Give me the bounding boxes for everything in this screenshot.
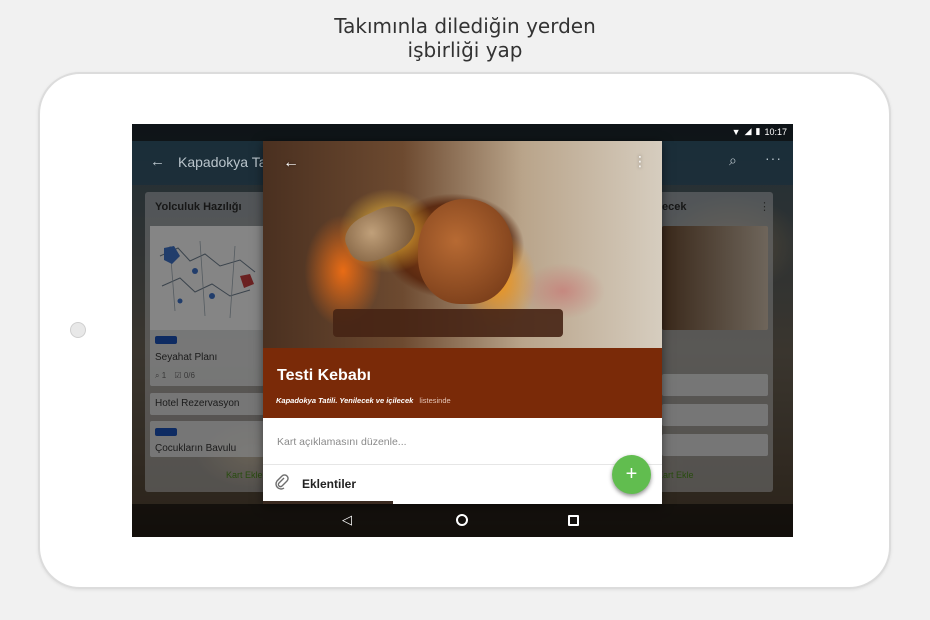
add-fab-button[interactable]: + <box>612 455 651 494</box>
status-time: 10:17 <box>764 126 787 137</box>
nav-back-icon[interactable]: ◁ <box>342 512 352 528</box>
card-board-name[interactable]: Kapadokya Tatili <box>276 396 335 405</box>
headline-line-2: işbirliği yap <box>407 38 523 62</box>
overflow-menu-icon[interactable]: ⋮ <box>633 153 647 170</box>
card-location: Kapadokya Tatili. Yenilecek ve içilecek … <box>276 396 451 405</box>
card-detail-title[interactable]: Testi Kebabı <box>277 367 371 385</box>
cover-clay-pot <box>418 199 513 304</box>
headline-line-1: Takımınla dilediğin yerden <box>334 14 596 38</box>
system-nav-bar: ◁ <box>132 504 793 537</box>
overflow-menu-icon[interactable]: ··· <box>765 150 782 166</box>
attachments-section[interactable]: Eklentiler <box>263 465 662 504</box>
tablet-home-button <box>70 322 86 338</box>
card-cover-image <box>263 141 662 348</box>
card-list-name[interactable]: Yenilecek ve içilecek <box>339 396 413 405</box>
signal-icon: ◢ <box>744 126 752 136</box>
card-description[interactable]: Kart açıklamasını düzenle... <box>263 418 662 465</box>
nav-recents-icon[interactable] <box>568 515 579 526</box>
board-title: Kapadokya Ta <box>178 154 267 170</box>
search-icon[interactable]: ⌕ <box>729 152 737 169</box>
card-title-band: Testi Kebabı Kapadokya Tatili. Yenilecek… <box>263 348 662 418</box>
promo-headline: Takımınla dilediğin yerden işbirliği yap <box>0 14 930 62</box>
back-arrow-icon[interactable]: ← <box>283 154 299 172</box>
battery-icon: ▮ <box>755 126 761 136</box>
wifi-icon: ▼ <box>731 126 741 137</box>
back-arrow-icon[interactable]: ← <box>150 153 165 170</box>
status-bar: ▼ ◢ ▮ 10:17 <box>132 124 793 141</box>
status-icons: ▼ ◢ ▮ 10:17 <box>732 126 787 137</box>
tablet-screen: Yolculuk Hazılığı Seyahat Planı ⌕ 1 ☑ 0/… <box>132 124 793 537</box>
card-detail-dialog: ← ⋮ Testi Kebabı Kapadokya Tatili. Yenil… <box>263 141 662 504</box>
description-placeholder[interactable]: Kart açıklamasını düzenle... <box>277 436 407 448</box>
attachments-label: Eklentiler <box>302 477 357 491</box>
nav-home-icon[interactable] <box>456 514 468 526</box>
card-location-suffix: listesinde <box>419 396 451 405</box>
cover-pot-neck <box>338 198 422 270</box>
cover-stand <box>333 309 563 337</box>
paperclip-icon <box>275 474 289 493</box>
